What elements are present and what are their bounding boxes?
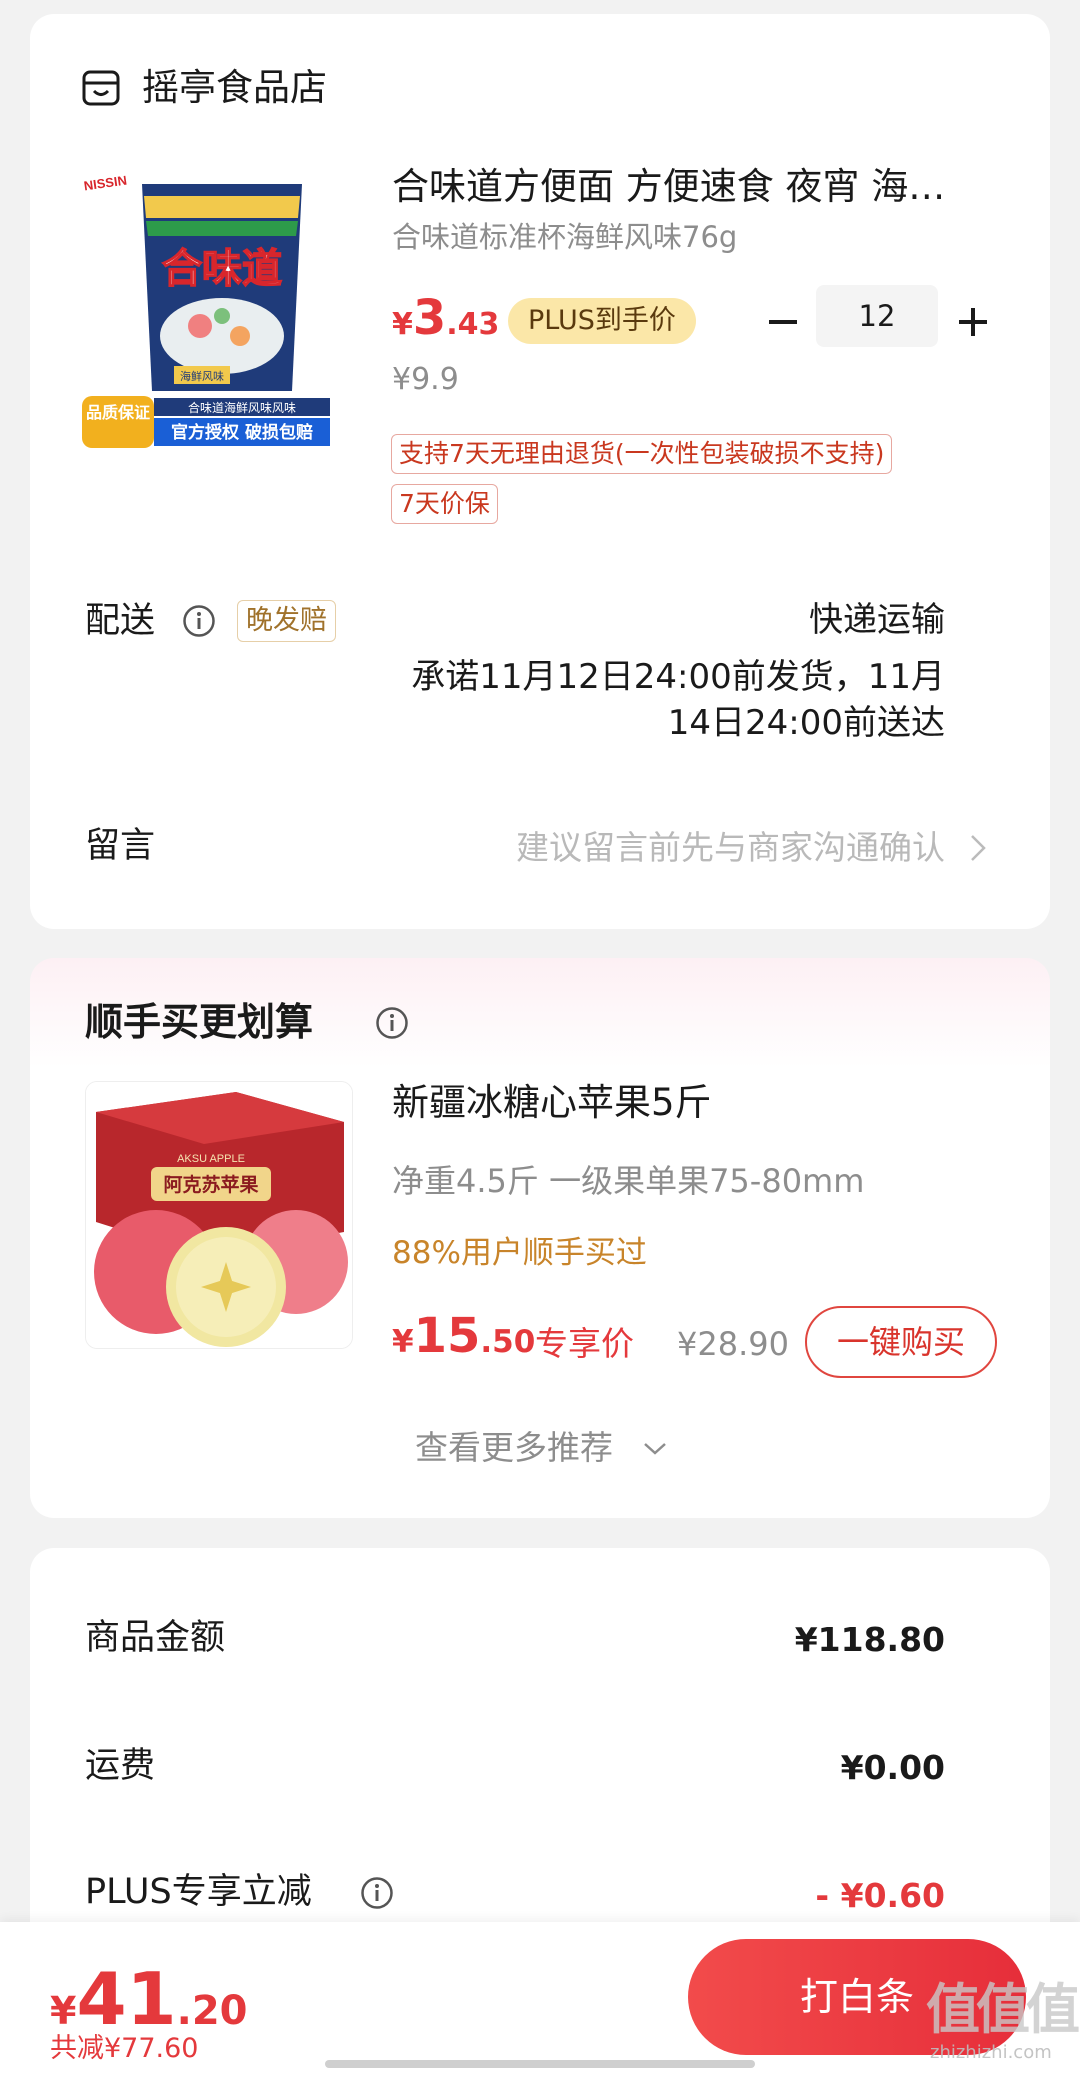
- apple-box-title: 阿克苏苹果: [163, 1173, 258, 1196]
- price-integer: 3: [412, 290, 447, 346]
- recommended-original-price: ¥28.90: [677, 1325, 789, 1363]
- chevron-down-icon[interactable]: [642, 1440, 668, 1458]
- total-price: ¥41.20: [50, 1957, 248, 2041]
- home-indicator[interactable]: [325, 2060, 755, 2068]
- price-symbol: ¥: [50, 1989, 77, 2033]
- recommended-product-spec: 净重4.5斤 一级果单果75-80mm: [392, 1162, 865, 1200]
- product-image-auth: 官方授权 破损包赔: [171, 422, 313, 443]
- product-image-flavor: 海鲜风味: [180, 369, 224, 383]
- apple-box-illustration: 阿克苏苹果 AKSU APPLE: [86, 1082, 352, 1348]
- quantity-decrease-button[interactable]: [765, 304, 801, 340]
- shipping-fee-label: 运费: [85, 1746, 156, 1786]
- recommendation-card: 顺手买更划算 阿克苏苹果 AKSU APPLE 新疆冰糖心苹果5斤 净重4.5斤…: [30, 958, 1050, 1518]
- product-image-brand: NISSIN: [83, 173, 128, 194]
- recommended-product-stat: 88%用户顺手买过: [392, 1235, 647, 1271]
- recommended-product-image[interactable]: 阿克苏苹果 AKSU APPLE: [85, 1081, 353, 1349]
- recommended-product-name[interactable]: 新疆冰糖心苹果5斤: [392, 1080, 712, 1126]
- more-recommendations-link[interactable]: 查看更多推荐: [415, 1426, 613, 1470]
- price-decimal: .20: [176, 1988, 248, 2034]
- original-price: ¥9.9: [392, 362, 459, 397]
- product-price: ¥3.43: [392, 290, 499, 346]
- product-title[interactable]: 合味道方便面 方便速食 夜宵 海鲜风味杯面: [392, 164, 982, 210]
- recommendation-title: 顺手买更划算: [85, 1000, 314, 1044]
- watermark-url: zhizhizhi.com: [930, 2042, 1052, 2063]
- price-integer: 41: [76, 1957, 177, 2041]
- checkout-bar: ¥41.20 共减¥77.60 打白条 值值值 zhizhizhi.com: [0, 1922, 1080, 2073]
- product-image[interactable]: NISSIN 合味道 海鲜风味 品质保证 合味道海鲜风味风味 官方授权 破损包赔: [82, 166, 330, 448]
- product-image-stripe: 合味道海鲜风味风味: [188, 400, 296, 415]
- delivery-promise: 承诺11月12日24:00前发货，11月14日24:00前送达: [411, 657, 945, 743]
- message-label: 留言: [85, 826, 156, 866]
- product-image-guarantee: 品质保证: [86, 403, 150, 422]
- price-protection-tag: 7天价保: [391, 484, 498, 524]
- info-icon[interactable]: [375, 1006, 409, 1040]
- delivery-label: 配送: [85, 601, 156, 641]
- goods-amount-label: 商品金额: [85, 1618, 226, 1658]
- watermark: 值值值: [926, 1978, 1080, 2041]
- shop-icon: [82, 70, 120, 106]
- plus-discount-value: - ¥0.60: [815, 1876, 945, 1915]
- shipping-fee-value: ¥0.00: [840, 1748, 945, 1787]
- price-decimal: .50: [480, 1324, 536, 1360]
- price-integer: 15: [413, 1308, 481, 1364]
- recommended-product-price: ¥15.50: [392, 1308, 535, 1364]
- goods-amount-value: ¥118.80: [794, 1620, 945, 1659]
- price-decimal: .43: [446, 307, 500, 342]
- late-compensation-tag: 晚发赔: [237, 600, 336, 642]
- return-policy-tag: 支持7天无理由退货(一次性包装破损不支持): [391, 434, 893, 474]
- delivery-method[interactable]: 快递运输: [809, 598, 945, 642]
- message-input[interactable]: 建议留言前先与商家沟通确认: [516, 826, 945, 870]
- price-symbol: ¥: [392, 307, 413, 342]
- quantity-increase-button[interactable]: [955, 304, 991, 340]
- quantity-input[interactable]: 12: [816, 285, 938, 347]
- price-symbol: ¥: [392, 1324, 414, 1360]
- total-saved[interactable]: 共减¥77.60: [50, 2032, 198, 2066]
- info-icon[interactable]: [360, 1876, 394, 1910]
- order-item-card: 摇亭食品店 NISSIN 合味道 海鲜风味 品质保证 合味道海鲜风味风味 官方授…: [30, 14, 1050, 929]
- plus-discount-label: PLUS专享立减: [85, 1872, 312, 1912]
- plus-price-badge: PLUS到手价: [508, 298, 696, 344]
- exclusive-price-label: 专享价: [535, 1324, 634, 1363]
- one-click-buy-button[interactable]: 一键购买: [805, 1306, 997, 1378]
- info-icon[interactable]: [182, 604, 216, 638]
- chevron-right-icon[interactable]: [966, 832, 990, 864]
- apple-box-subtitle: AKSU APPLE: [177, 1153, 245, 1165]
- shop-name[interactable]: 摇亭食品店: [142, 66, 327, 110]
- product-image-name: 合味道: [162, 246, 282, 292]
- product-spec: 合味道标准杯海鲜风味76g: [392, 220, 738, 254]
